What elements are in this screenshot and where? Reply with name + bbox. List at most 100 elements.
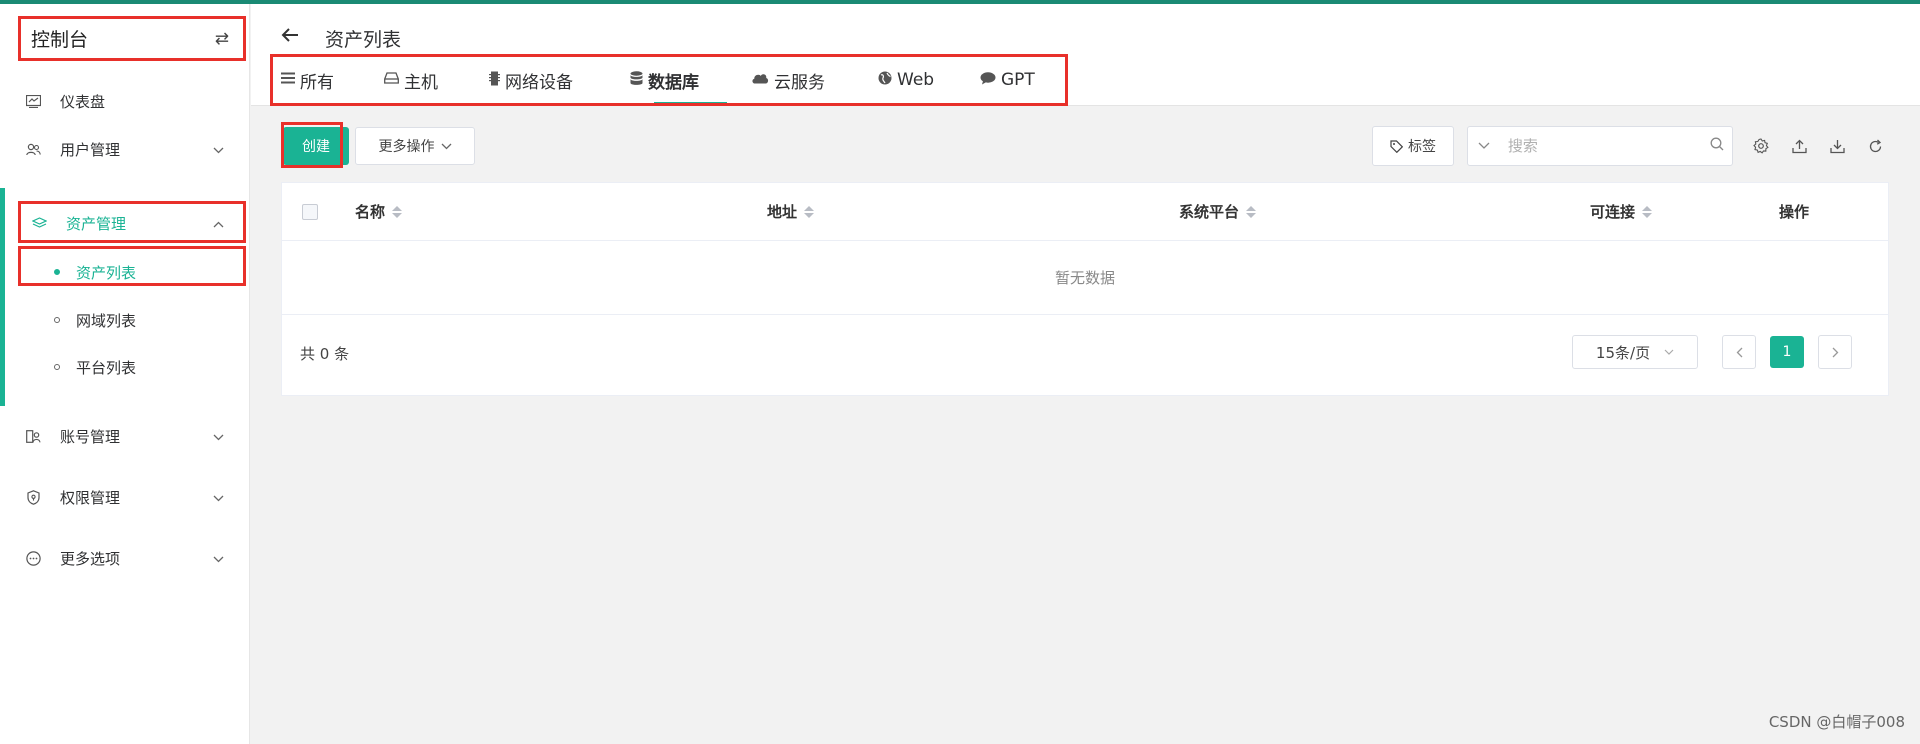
sidebar-item-label: 用户管理 [60, 140, 121, 159]
sidebar-subitem-label: 平台列表 [76, 358, 137, 377]
sidebar-item-label: 账号管理 [60, 427, 121, 446]
sidebar-item-more-options[interactable]: 更多选项 [0, 536, 250, 580]
column-label: 可连接 [1590, 203, 1636, 221]
tab-host[interactable]: 主机 [384, 58, 438, 102]
more-icon [24, 549, 42, 567]
chevron-down-icon [213, 427, 224, 445]
sort-icon[interactable] [1642, 205, 1653, 218]
sidebar-item-assets[interactable]: 资产管理 [0, 201, 250, 245]
console-title: 控制台 [31, 29, 89, 51]
list-icon [281, 72, 295, 88]
download-icon[interactable] [1827, 136, 1847, 156]
search-box [1467, 126, 1733, 166]
tag-label: 标签 [1408, 139, 1436, 155]
tag-button[interactable]: 标签 [1372, 126, 1454, 166]
sidebar-item-label: 资产管理 [66, 214, 127, 233]
column-label: 名称 [355, 203, 386, 221]
sidebar-item-label: 权限管理 [60, 488, 121, 507]
asset-table-card: 名称 地址 系统平台 可连接 操作 暂无数据 共 0 条 15条/页 1 [281, 182, 1889, 396]
console-header[interactable]: 控制台 ⇄ [18, 16, 246, 61]
column-header-connectivity[interactable]: 可连接 [1590, 201, 1653, 222]
sidebar-subitem-platform-list[interactable]: 平台列表 [0, 347, 250, 387]
settings-icon[interactable] [1751, 136, 1771, 156]
chevron-down-icon [441, 140, 452, 153]
page-size-select[interactable]: 15条/页 [1572, 335, 1698, 369]
sidebar: 控制台 ⇄ 仪表盘 用户管理 资产管理 资产列表 网域列表 平台列表 账号管理 … [0, 4, 250, 744]
sort-icon[interactable] [804, 205, 815, 218]
column-header-actions: 操作 [1779, 201, 1809, 222]
column-label: 系统平台 [1179, 203, 1240, 221]
empty-state-text: 暂无数据 [282, 241, 1888, 315]
search-icon[interactable] [1702, 137, 1732, 155]
sort-icon[interactable] [1246, 205, 1257, 218]
chevron-down-icon [213, 488, 224, 506]
tab-gpt[interactable]: GPT [980, 58, 1035, 102]
bullet-icon [54, 269, 60, 275]
column-header-address[interactable]: 地址 [767, 201, 815, 222]
chevron-down-icon [213, 549, 224, 567]
account-icon [24, 427, 42, 445]
bullet-icon [54, 364, 60, 370]
page-title: 资产列表 [325, 29, 402, 51]
network-device-icon [489, 71, 500, 90]
chevron-up-icon [213, 214, 224, 232]
cloud-icon [751, 72, 769, 88]
globe-icon [878, 71, 892, 89]
prev-page-button[interactable] [1722, 335, 1756, 369]
active-tab-indicator [654, 102, 727, 105]
column-header-platform[interactable]: 系统平台 [1179, 201, 1257, 222]
host-icon [384, 72, 399, 88]
column-label: 地址 [767, 203, 798, 221]
dashboard-icon [24, 92, 42, 110]
tab-all[interactable]: 所有 [281, 58, 334, 102]
table-header: 名称 地址 系统平台 可连接 操作 [282, 183, 1888, 241]
sidebar-subitem-domain-list[interactable]: 网域列表 [0, 300, 250, 340]
refresh-icon[interactable] [1865, 136, 1885, 156]
upload-icon[interactable] [1789, 136, 1809, 156]
tab-label: GPT [1001, 70, 1035, 90]
back-arrow-icon[interactable] [281, 24, 299, 49]
sidebar-item-label: 更多选项 [60, 549, 121, 568]
tab-label: Web [897, 70, 935, 90]
watermark: CSDN @白帽子008 [1768, 713, 1905, 731]
next-page-button[interactable] [1818, 335, 1852, 369]
tab-label: 所有 [300, 72, 334, 93]
sidebar-subitem-asset-list[interactable]: 资产列表 [0, 252, 250, 292]
sort-icon[interactable] [392, 205, 403, 218]
page-number-button[interactable]: 1 [1770, 336, 1804, 368]
sidebar-subitem-label: 网域列表 [76, 311, 137, 330]
chevron-down-icon[interactable] [1468, 139, 1500, 153]
tab-label: 数据库 [648, 72, 699, 93]
swap-icon[interactable]: ⇄ [215, 29, 229, 49]
page-size-value: 15条/页 [1595, 343, 1651, 362]
sidebar-subitem-label: 资产列表 [76, 263, 137, 282]
more-actions-label: 更多操作 [378, 139, 435, 155]
sidebar-item-accounts[interactable]: 账号管理 [0, 414, 250, 458]
database-icon [630, 70, 643, 90]
column-label: 操作 [1779, 203, 1810, 221]
tab-cloud-service[interactable]: 云服务 [751, 58, 825, 102]
tab-network-device[interactable]: 网络设备 [489, 58, 573, 102]
tab-database[interactable]: 数据库 [630, 58, 699, 102]
tab-label: 云服务 [774, 72, 825, 93]
chevron-down-icon [1664, 347, 1674, 358]
more-actions-button[interactable]: 更多操作 [355, 127, 475, 165]
create-button[interactable]: 创建 [283, 127, 349, 165]
search-input[interactable] [1499, 137, 1702, 155]
layers-icon [30, 214, 48, 232]
users-icon [24, 140, 42, 158]
select-all-checkbox[interactable] [302, 204, 318, 220]
shield-icon [24, 488, 42, 506]
tab-web[interactable]: Web [878, 58, 934, 102]
sidebar-item-users[interactable]: 用户管理 [0, 127, 250, 171]
total-count: 共 0 条 [300, 345, 350, 363]
page-header: 资产列表 所有 主机 网络设备 数据库 云服务 Web GPT [251, 4, 1920, 106]
column-header-name[interactable]: 名称 [355, 201, 403, 222]
tab-label: 主机 [404, 72, 438, 93]
tag-icon [1390, 139, 1403, 153]
sidebar-item-label: 仪表盘 [60, 92, 106, 111]
chevron-down-icon [213, 140, 224, 158]
sidebar-item-dashboard[interactable]: 仪表盘 [0, 79, 250, 123]
chevron-right-icon [1832, 347, 1839, 358]
sidebar-item-permissions[interactable]: 权限管理 [0, 475, 250, 519]
